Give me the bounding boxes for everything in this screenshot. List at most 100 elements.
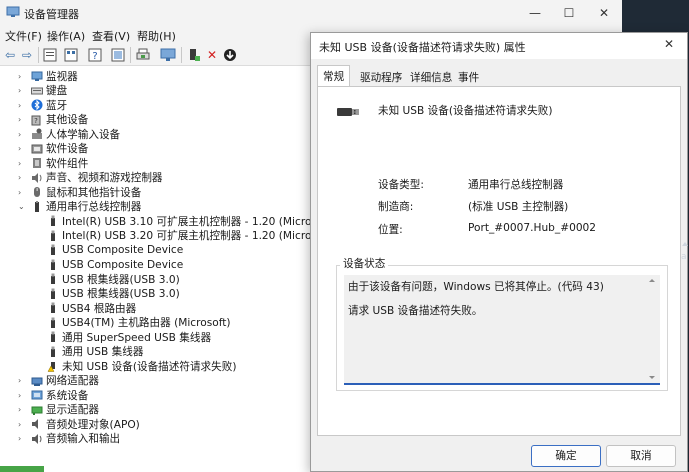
minimize-button[interactable]: —: [518, 0, 552, 26]
status-scrollbar[interactable]: [648, 277, 656, 381]
tree-expand-chevron-icon[interactable]: ›: [18, 142, 26, 156]
tree-item-label: 其他设备: [46, 114, 89, 127]
tree-item-label: 音频处理对象(APO): [46, 418, 140, 431]
device-item[interactable]: 未知 USB 设备(设备描述符请求失败): [47, 359, 236, 374]
tree-expand-chevron-icon[interactable]: ›: [18, 84, 26, 98]
device-category[interactable]: 通用串行总线控制器: [31, 200, 141, 215]
print-icon[interactable]: [135, 47, 151, 63]
tree-expand-chevron-icon[interactable]: ›: [18, 432, 26, 446]
tab-events[interactable]: 事件: [453, 67, 484, 86]
device-category[interactable]: 音频输入和输出: [31, 432, 120, 447]
tree-expand-chevron-icon[interactable]: ›: [18, 171, 26, 185]
device-category[interactable]: 键盘: [31, 84, 67, 99]
tree-expand-chevron-icon[interactable]: ›: [18, 127, 26, 141]
tree-item-label: 蓝牙: [46, 99, 68, 112]
title-bar: 设备管理器 — ☐ ✕: [0, 0, 622, 26]
tree-expand-chevron-icon[interactable]: ›: [18, 113, 26, 127]
device-item[interactable]: 通用 USB 集线器: [47, 345, 143, 360]
tab-details[interactable]: 详细信息: [405, 67, 457, 86]
tree-item-label: USB 根集线器(USB 3.0): [62, 273, 180, 286]
usb-plug-icon: [51, 273, 55, 285]
device-name: 未知 USB 设备(设备描述符请求失败): [378, 105, 553, 117]
location-label: 位置:: [378, 224, 403, 236]
tab-general[interactable]: 常规: [317, 65, 351, 87]
device-item[interactable]: USB4 根路由器: [47, 301, 136, 316]
menu-view[interactable]: 查看(V): [92, 28, 130, 44]
display-adapter-icon: [31, 406, 43, 415]
details-view-icon[interactable]: [63, 47, 79, 63]
device-item[interactable]: Intel(R) USB 3.10 可扩展主机控制器 - 1.20 (Micro…: [47, 214, 335, 229]
tree-item-label: USB4(TM) 主机路由器 (Microsoft): [62, 317, 231, 330]
device-category[interactable]: 系统设备: [31, 388, 88, 403]
close-button[interactable]: ✕: [587, 0, 621, 26]
window-title: 设备管理器: [24, 8, 79, 21]
device-item[interactable]: USB Composite Device: [47, 258, 183, 273]
tree-item-label: 显示适配器: [46, 404, 99, 417]
device-type-value: 通用串行总线控制器: [468, 179, 564, 191]
maximize-button[interactable]: ☐: [552, 0, 586, 26]
device-category[interactable]: 监视器: [31, 69, 78, 84]
forward-arrow-icon[interactable]: ⇨: [19, 47, 35, 63]
disable-device-icon[interactable]: [222, 47, 238, 63]
menu-help[interactable]: 帮助(H): [137, 28, 176, 44]
tree-item-label: USB4 根路由器: [62, 302, 137, 315]
menu-file[interactable]: 文件(F): [5, 28, 42, 44]
tree-expand-chevron-icon[interactable]: ›: [18, 98, 26, 112]
device-category[interactable]: 蓝牙: [31, 98, 67, 113]
dialog-close-button[interactable]: ✕: [659, 37, 679, 55]
device-item[interactable]: USB4(TM) 主机路由器 (Microsoft): [47, 316, 231, 331]
usb-plug-icon: [51, 215, 55, 227]
tree-item-label: USB Composite Device: [62, 258, 184, 271]
properties-view-icon[interactable]: [42, 47, 58, 63]
tree-expand-chevron-icon[interactable]: ›: [18, 388, 26, 402]
uninstall-device-icon[interactable]: ✕: [204, 47, 220, 63]
device-category[interactable]: 软件组件: [31, 156, 88, 171]
device-category[interactable]: ? 其他设备: [31, 113, 88, 128]
device-category[interactable]: 网络适配器: [31, 374, 99, 389]
tree-item-label: 未知 USB 设备(设备描述符请求失败): [62, 360, 237, 373]
help-icon[interactable]: ?: [87, 47, 103, 63]
scan-hardware-icon[interactable]: [160, 47, 176, 63]
tree-expand-chevron-icon[interactable]: ›: [18, 417, 26, 431]
tree-expand-chevron-icon[interactable]: ›: [18, 156, 26, 170]
cancel-button[interactable]: 取消: [606, 445, 676, 467]
back-arrow-icon[interactable]: ⇦: [2, 47, 18, 63]
tree-expand-chevron-icon[interactable]: ›: [18, 403, 26, 417]
device-status-textbox[interactable]: 由于该设备有问题，Windows 已将其停止。(代码 43) 请求 USB 设备…: [344, 275, 660, 385]
general-tab-panel: 未知 USB 设备(设备描述符请求失败) 设备类型: 通用串行总线控制器 制造商…: [317, 86, 681, 436]
device-item[interactable]: Intel(R) USB 3.20 可扩展主机控制器 - 1.20 (Micro…: [47, 229, 335, 244]
tree-expand-chevron-icon[interactable]: ›: [18, 185, 26, 199]
dialog-title: 未知 USB 设备(设备描述符请求失败) 属性: [319, 41, 526, 54]
device-item[interactable]: USB 根集线器(USB 3.0): [47, 272, 180, 287]
taskbar-fragment: [0, 466, 44, 472]
tree-expand-chevron-icon[interactable]: ⌄: [18, 200, 26, 214]
device-type-label: 设备类型:: [378, 179, 424, 191]
tree-expand-chevron-icon[interactable]: ›: [18, 69, 26, 83]
device-category[interactable]: 软件设备: [31, 142, 88, 157]
ok-button[interactable]: 确定: [531, 445, 601, 467]
device-category[interactable]: 显示适配器: [31, 403, 99, 418]
device-item[interactable]: USB 根集线器(USB 3.0): [47, 287, 180, 302]
menu-action[interactable]: 操作(A): [47, 28, 85, 44]
device-item[interactable]: 通用 SuperSpeed USB 集线器: [47, 330, 211, 345]
device-item[interactable]: USB Composite Device: [47, 243, 183, 258]
update-driver-icon[interactable]: [186, 47, 202, 63]
tab-driver[interactable]: 驱动程序: [355, 67, 407, 86]
tree-item-label: 通用 SuperSpeed USB 集线器: [62, 331, 212, 344]
tree-item-label: 人体学输入设备: [46, 128, 121, 141]
software-component-icon: [33, 158, 41, 169]
grid-view-icon[interactable]: [110, 47, 126, 63]
tree-item-label: 网络适配器: [46, 375, 99, 388]
device-category[interactable]: 声音、视频和游戏控制器: [31, 171, 163, 186]
speaker-icon: [32, 172, 42, 183]
device-category[interactable]: 鼠标和其他指针设备: [31, 185, 141, 200]
software-device-icon: [31, 144, 43, 154]
tree-expand-chevron-icon[interactable]: ›: [18, 374, 26, 388]
usb-plug-icon: [51, 244, 55, 256]
tab-bar: 常规 驱动程序 详细信息 事件: [317, 65, 683, 87]
location-value: Port_#0007.Hub_#0002: [468, 222, 597, 234]
device-category[interactable]: 人体学输入设备: [31, 127, 120, 142]
device-category[interactable]: 音频处理对象(APO): [31, 417, 140, 432]
system-device-icon: [31, 390, 43, 400]
audio-apo-icon: [32, 419, 38, 430]
